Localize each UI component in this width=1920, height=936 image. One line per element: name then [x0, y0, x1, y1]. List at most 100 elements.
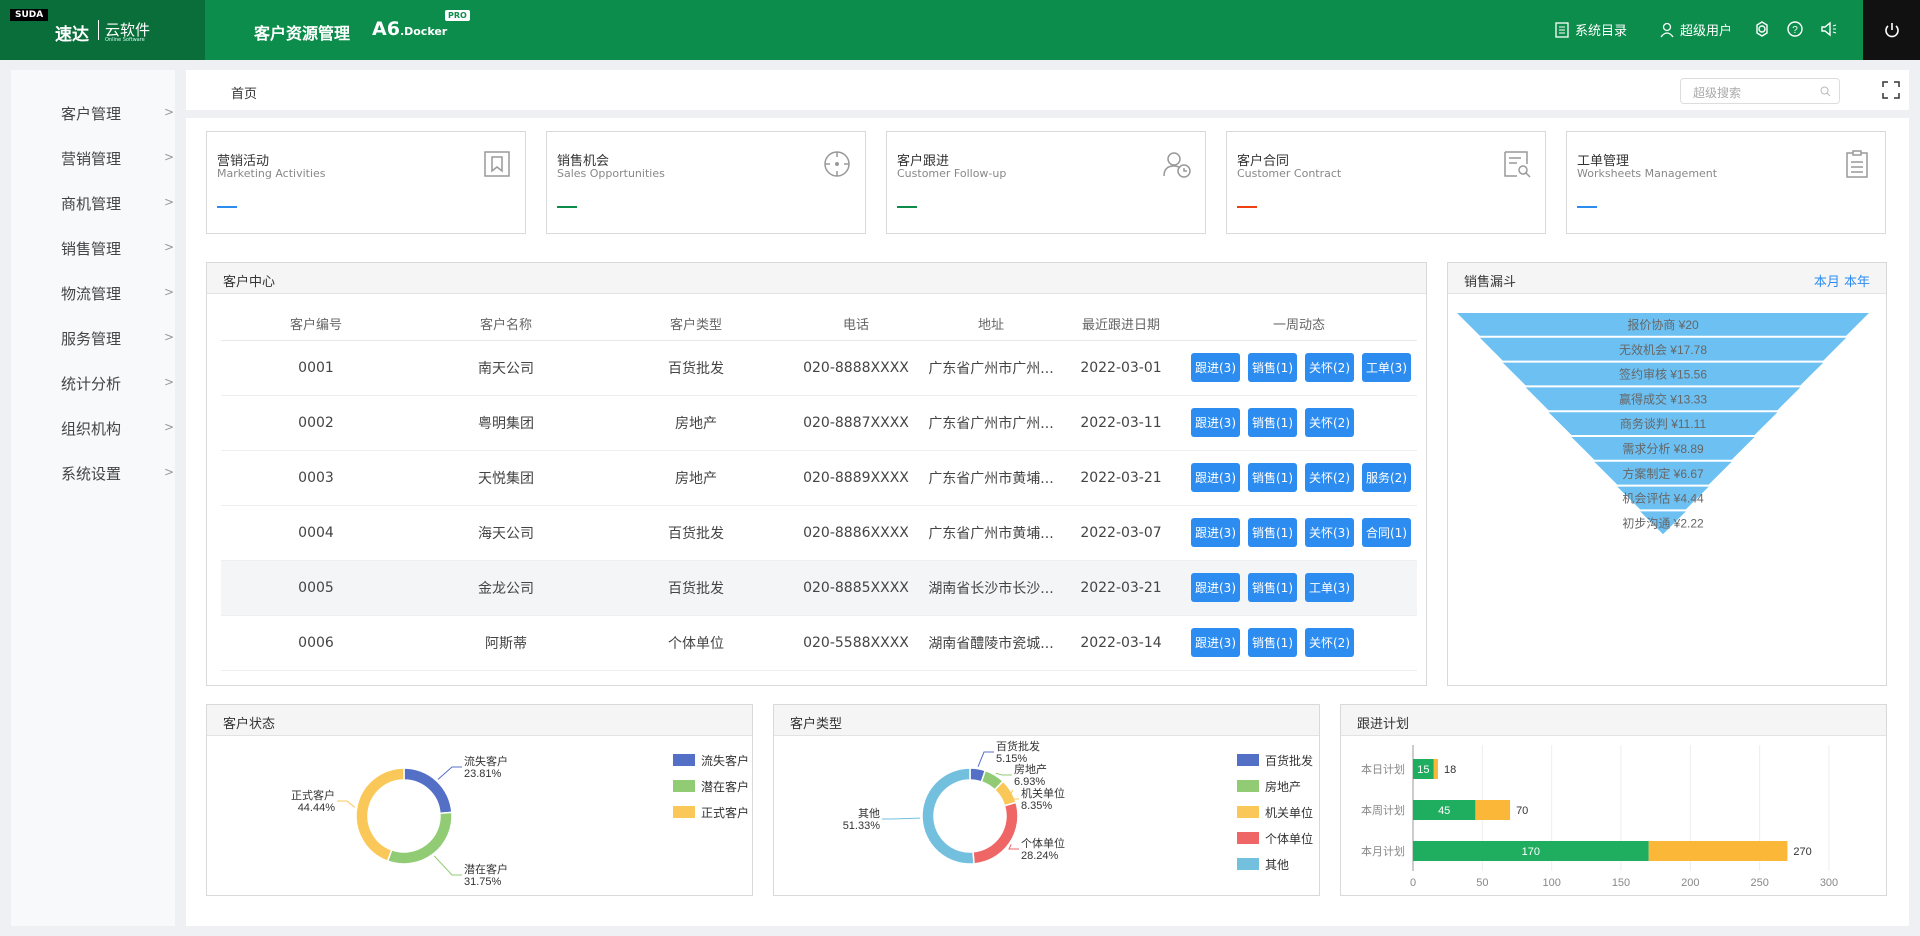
legend-label[interactable]: 房地产 — [1265, 779, 1301, 794]
activity-tag-button[interactable]: 跟进(3) — [1191, 408, 1240, 437]
slice-value-label: 6.93% — [1014, 776, 1045, 788]
cell-weekly-activity: 跟进(3) 销售(1) 关怀(3) 合同(1) — [1181, 505, 1417, 561]
fullscreen-icon[interactable] — [1882, 81, 1900, 99]
donut-slice[interactable] — [972, 801, 1019, 865]
user-menu-button[interactable]: 超级用户 — [1660, 20, 1732, 39]
cell-phone: 020-8886XXXX — [791, 505, 921, 561]
cell-id: 0002 — [221, 395, 411, 451]
cell-name: 海天公司 — [411, 505, 601, 561]
funnel-label: 需求分析 ¥8.89 — [1622, 442, 1704, 456]
activity-tag-button[interactable]: 跟进(3) — [1191, 353, 1240, 382]
bar-value-label: 45 — [1438, 805, 1450, 817]
activity-tag-button[interactable]: 关怀(3) — [1305, 518, 1354, 547]
period-year-link[interactable]: 本年 — [1844, 275, 1870, 290]
card-followup[interactable]: 客户跟进 Customer Follow-up — [886, 131, 1206, 234]
legend-swatch — [673, 806, 695, 818]
legend-label[interactable]: 机关单位 — [1265, 805, 1313, 820]
logout-button[interactable] — [1863, 0, 1920, 60]
activity-tag-button[interactable]: 跟进(3) — [1191, 628, 1240, 657]
legend-label[interactable]: 百货批发 — [1265, 753, 1313, 768]
speaker-icon[interactable] — [1820, 20, 1838, 38]
bar-segment[interactable] — [1433, 759, 1438, 779]
sidebar-item-label: 系统设置 — [61, 465, 122, 483]
activity-tag-button[interactable]: 销售(1) — [1248, 353, 1297, 382]
contract-search-icon — [1504, 151, 1531, 178]
document-icon — [1555, 21, 1569, 38]
cell-type: 百货批发 — [601, 560, 791, 616]
sidebar-item-label: 营销管理 — [61, 150, 122, 168]
logo: SUDA 速达 云软件 Online Software — [0, 0, 205, 60]
legend-swatch — [1237, 858, 1259, 870]
legend-label[interactable]: 其他 — [1265, 858, 1289, 872]
legend-swatch — [1237, 832, 1259, 844]
legend-label[interactable]: 潜在客户 — [701, 779, 749, 794]
activity-tag-button[interactable]: 销售(1) — [1248, 628, 1297, 657]
period-month-link[interactable]: 本月 — [1814, 275, 1840, 290]
cell-type: 百货批发 — [601, 340, 791, 396]
activity-tag-button[interactable]: 跟进(3) — [1191, 573, 1240, 602]
legend-label[interactable]: 流失客户 — [701, 753, 749, 768]
breadcrumb-home[interactable]: 首页 — [231, 83, 257, 102]
funnel-label: 初步沟通 ¥2.22 — [1622, 516, 1704, 530]
donut-slice[interactable] — [355, 767, 405, 863]
activity-tag-button[interactable]: 关怀(2) — [1305, 408, 1354, 437]
activity-tag-button[interactable]: 工单(3) — [1305, 573, 1354, 602]
card-contract[interactable]: 客户合同 Customer Contract — [1226, 131, 1546, 234]
search-input[interactable]: 超级搜索 — [1680, 78, 1840, 104]
table-row[interactable]: 0001 南天公司 百货批发 020-8888XXXX 广东省广州市广州... 2022-… — [221, 340, 1417, 396]
legend-label[interactable]: 个体单位 — [1265, 831, 1313, 846]
cell-address: 广东省广州市广州... — [921, 395, 1061, 451]
donut-slice[interactable] — [921, 767, 975, 865]
activity-tag-button[interactable]: 销售(1) — [1248, 463, 1297, 492]
activity-tag-button[interactable]: 销售(1) — [1248, 518, 1297, 547]
activity-tag-button[interactable]: 跟进(3) — [1191, 463, 1240, 492]
card-accent-bar — [1237, 206, 1257, 208]
table-row[interactable]: 0005 金龙公司 百货批发 020-8885XXXX 湖南省长沙市长沙... 2022-… — [221, 560, 1417, 616]
activity-tag-button[interactable]: 服务(2) — [1362, 463, 1411, 492]
activity-tag-button[interactable]: 合同(1) — [1362, 518, 1411, 547]
table-row[interactable]: 0006 阿斯蒂 个体单位 020-5588XXXX 湖南省醴陵市瓷城... 2022-0… — [221, 615, 1417, 671]
activity-tag-button[interactable]: 工单(3) — [1362, 353, 1411, 382]
cell-weekly-activity: 跟进(3) 销售(1) 关怀(2) 服务(2) — [1181, 450, 1417, 506]
activity-tag-button[interactable]: 关怀(2) — [1305, 353, 1354, 382]
help-icon[interactable]: ? — [1786, 20, 1804, 38]
customer-center-panel: 客户中心 客户编号 客户名称 客户类型 电话 地址 最近跟进日期 一周动态 00… — [206, 262, 1427, 686]
y-category-label: 本日计划 — [1361, 762, 1405, 776]
cell-type: 房地产 — [601, 450, 791, 506]
system-menu-button[interactable]: 系统目录 — [1555, 20, 1627, 39]
activity-tag-button[interactable]: 销售(1) — [1248, 408, 1297, 437]
x-tick-label: 200 — [1681, 877, 1699, 889]
cell-name: 金龙公司 — [411, 560, 601, 616]
activity-tag-button[interactable]: 销售(1) — [1248, 573, 1297, 602]
bar-segment[interactable] — [1648, 841, 1788, 861]
card-opportunities[interactable]: 销售机会 Sales Opportunities — [546, 131, 866, 234]
card-worksheets[interactable]: 工单管理 Worksheets Management — [1566, 131, 1886, 234]
cell-name: 粤明集团 — [411, 395, 601, 451]
settings-icon[interactable] — [1753, 20, 1771, 38]
chevron-right-icon: > — [164, 465, 175, 479]
donut-slice[interactable] — [403, 767, 453, 815]
activity-tag-button[interactable]: 关怀(2) — [1305, 463, 1354, 492]
activity-tag-button[interactable]: 关怀(2) — [1305, 628, 1354, 657]
bar-segment[interactable] — [1475, 800, 1511, 820]
bar-value-label: 170 — [1522, 846, 1540, 858]
card-subtitle: Customer Follow-up — [897, 167, 1007, 180]
cell-weekly-activity: 跟进(3) 销售(1) 关怀(2) — [1181, 395, 1417, 451]
cell-id: 0005 — [221, 560, 411, 616]
x-tick-label: 250 — [1750, 877, 1768, 889]
card-accent-bar — [557, 206, 577, 208]
legend-label[interactable]: 正式客户 — [701, 805, 749, 820]
activity-tag-button[interactable]: 跟进(3) — [1191, 518, 1240, 547]
card-subtitle: Marketing Activities — [217, 167, 326, 180]
slice-category-label: 房地产 — [1014, 762, 1047, 776]
table-row[interactable]: 0003 天悦集团 房地产 020-8889XXXX 广东省广州市黄埔... 2022-0… — [221, 450, 1417, 506]
cell-name: 天悦集团 — [411, 450, 601, 506]
cell-date: 2022-03-01 — [1061, 340, 1181, 396]
card-marketing[interactable]: 营销活动 Marketing Activities — [206, 131, 526, 234]
cell-name: 南天公司 — [411, 340, 601, 396]
product-name: A6.Docker — [372, 18, 447, 40]
donut-slice[interactable] — [386, 811, 453, 865]
panel-title: 跟进计划 — [1341, 705, 1886, 736]
table-row[interactable]: 0002 粤明集团 房地产 020-8887XXXX 广东省广州市广州... 2022-0… — [221, 395, 1417, 451]
table-row[interactable]: 0004 海天公司 百货批发 020-8886XXXX 广东省广州市黄埔... 2022-… — [221, 505, 1417, 561]
